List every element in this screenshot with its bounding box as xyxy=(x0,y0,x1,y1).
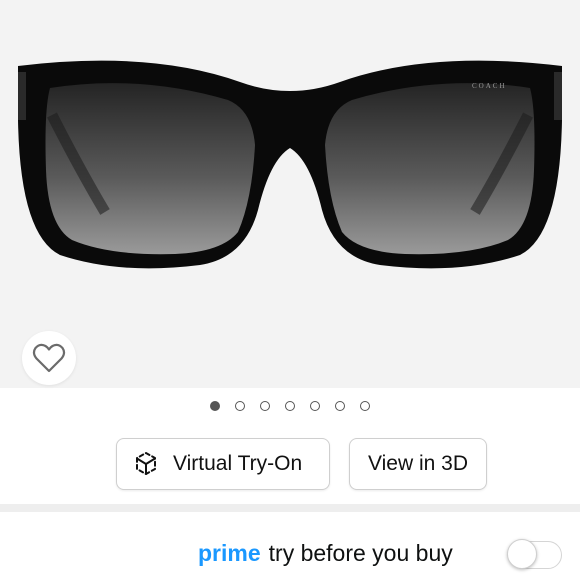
view-in-3d-label: View in 3D xyxy=(368,452,468,475)
virtual-try-on-button[interactable]: Virtual Try-On xyxy=(116,438,330,490)
try-before-you-buy-toggle[interactable] xyxy=(507,539,562,569)
carousel-dot[interactable] xyxy=(310,401,320,411)
view-in-3d-button[interactable]: View in 3D xyxy=(349,438,487,490)
image-carousel-indicator xyxy=(0,399,580,415)
toggle-knob xyxy=(507,539,537,569)
prime-banner-text: prime try before you buy xyxy=(198,538,453,568)
heart-outline-icon xyxy=(32,343,66,373)
carousel-dot[interactable] xyxy=(235,401,245,411)
sunglasses-image: COACH xyxy=(18,60,562,269)
wishlist-button[interactable] xyxy=(22,331,76,385)
carousel-dot[interactable] xyxy=(260,401,270,411)
prime-logo-text: prime xyxy=(198,540,261,566)
carousel-dot[interactable] xyxy=(360,401,370,411)
prime-tagline: try before you buy xyxy=(268,540,453,566)
section-divider xyxy=(0,504,580,512)
lens-logo-text: COACH xyxy=(472,82,507,90)
ar-cube-icon xyxy=(136,452,156,475)
carousel-dot[interactable] xyxy=(210,401,220,411)
product-image-area[interactable]: COACH xyxy=(0,0,580,388)
carousel-dot[interactable] xyxy=(335,401,345,411)
virtual-try-on-label: Virtual Try-On xyxy=(173,452,303,475)
carousel-dot[interactable] xyxy=(285,401,295,411)
prime-try-before-you-buy-banner: prime try before you buy xyxy=(0,530,580,580)
